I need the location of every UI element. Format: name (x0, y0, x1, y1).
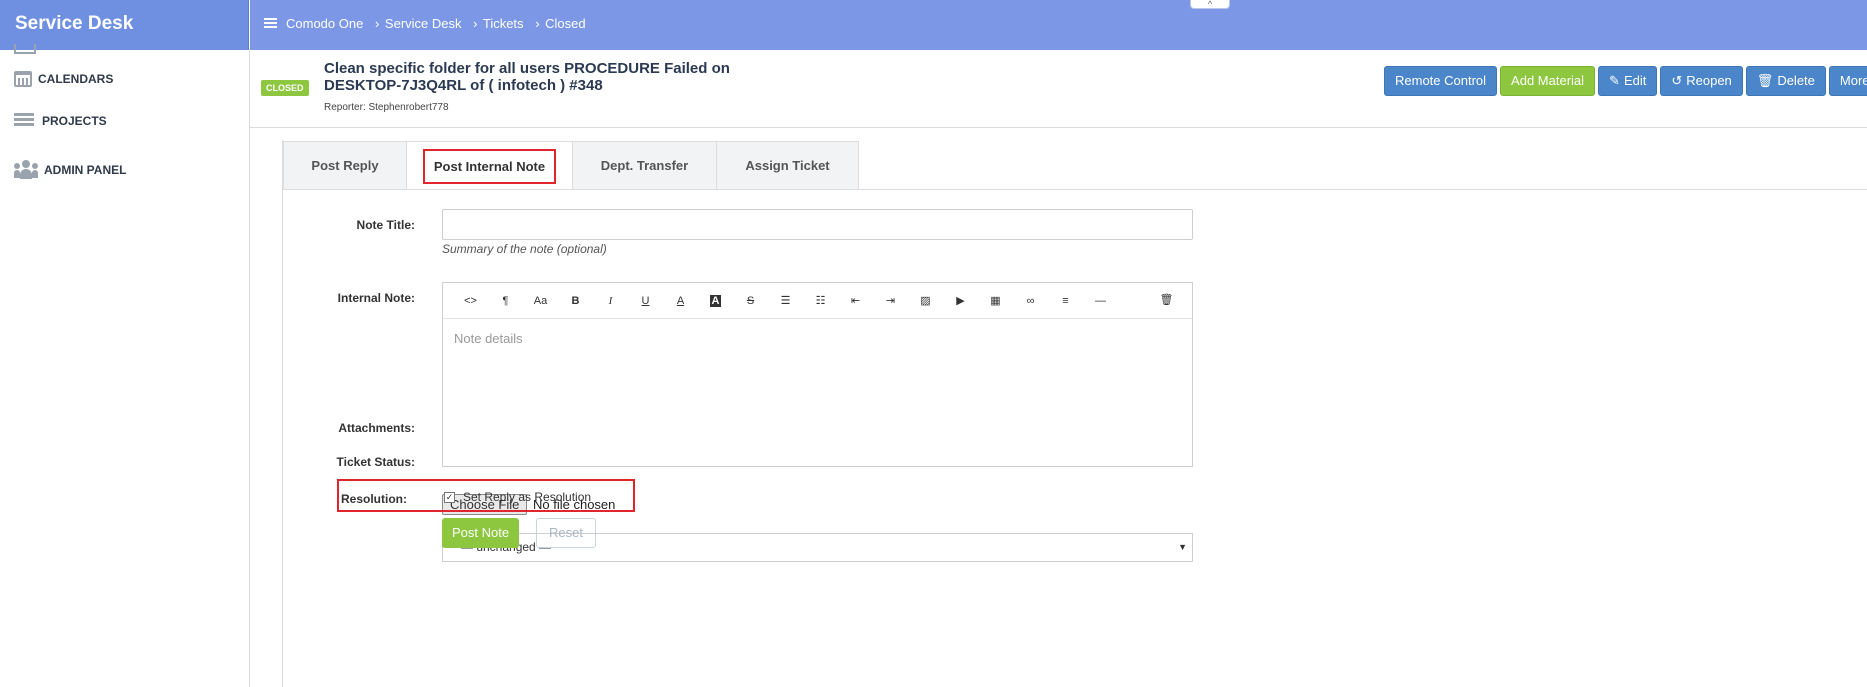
add-material-button[interactable]: Add Material (1500, 66, 1596, 96)
sidebar-item-projects[interactable]: PROJECTS (14, 111, 107, 131)
hamburger-menu-icon[interactable] (264, 18, 277, 28)
ticket-tabs: Post Reply Post Internal Note Dept. Tran… (283, 141, 859, 190)
paragraph-icon[interactable]: ¶ (488, 292, 523, 310)
tab-label: Post Internal Note (422, 148, 557, 184)
note-title-input[interactable] (442, 209, 1193, 240)
remote-control-button[interactable]: Remote Control (1384, 66, 1498, 96)
bold-icon[interactable]: B (558, 292, 593, 310)
ticket-header: CLOSED Clean specific folder for all use… (250, 50, 1867, 128)
ticket-status-label: Ticket Status: (336, 455, 415, 469)
sidebar-item-calendars[interactable]: CALENDARS (14, 71, 113, 87)
breadcrumb: Comodo One › Service Desk › Tickets › Cl… (286, 16, 590, 31)
background-color-icon[interactable]: A (698, 292, 733, 310)
rich-text-editor: <> ¶ Aa B I U A A S ☰ ☷ ⇤ ⇥ ▨ ▶ ▦ ∞ ≡ — … (442, 282, 1193, 467)
ticket-content: Post Reply Post Internal Note Dept. Tran… (282, 140, 1867, 687)
editor-toolbar: <> ¶ Aa B I U A A S ☰ ☷ ⇤ ⇥ ▨ ▶ ▦ ∞ ≡ — … (443, 283, 1192, 319)
breadcrumb-item[interactable]: Service Desk (385, 16, 462, 31)
partial-menu-icon (14, 44, 36, 54)
breadcrumb-item: Closed (545, 16, 586, 31)
add-material-label: Add Material (1511, 73, 1585, 88)
breadcrumb-item[interactable]: Comodo One (286, 16, 363, 31)
projects-icon (14, 111, 36, 131)
note-title-help: Summary of the note (optional) (442, 242, 607, 256)
more-button[interactable]: More ▾ (1828, 66, 1867, 96)
more-label: More (1839, 73, 1867, 88)
sidebar: CALENDARS PROJECTS ADMIN PANEL (0, 44, 250, 687)
align-icon[interactable]: ≡ (1048, 292, 1083, 310)
app-title[interactable]: Service Desk (0, 0, 249, 50)
edit-label: Edit (1623, 73, 1647, 88)
tab-label: Dept. Transfer (600, 158, 689, 173)
undo-icon: ↺ (1671, 73, 1683, 88)
reset-button[interactable]: Reset (536, 518, 596, 548)
resolution-checkbox-label[interactable]: Set Reply as Resolution (463, 490, 591, 504)
caret-down-icon: ▼ (1178, 542, 1187, 552)
resolution-checkbox[interactable]: ✓ (444, 492, 455, 503)
font-color-icon[interactable]: A (663, 292, 698, 310)
chevron-right-icon: › (473, 16, 478, 31)
tab-label: Assign Ticket (745, 158, 830, 173)
sidebar-item-label: ADMIN PANEL (44, 163, 127, 177)
chevron-right-icon: › (535, 16, 540, 31)
internal-note-label: Internal Note: (337, 291, 415, 305)
table-icon[interactable]: ▦ (978, 292, 1013, 310)
tab-post-internal-note[interactable]: Post Internal Note (406, 141, 573, 190)
bullet-list-icon[interactable]: ☰ (768, 292, 803, 310)
chevron-up-icon: ^ (1207, 0, 1213, 9)
delete-label: Delete (1777, 73, 1815, 88)
video-icon[interactable]: ▶ (943, 292, 978, 310)
chevron-right-icon: › (374, 16, 380, 31)
tab-dept-transfer[interactable]: Dept. Transfer (572, 141, 717, 189)
collapse-header-toggle[interactable]: ^ (1190, 0, 1230, 9)
attachments-label: Attachments: (338, 421, 415, 435)
edit-icon: ✎ (1609, 73, 1620, 88)
indent-icon[interactable]: ⇥ (873, 292, 908, 310)
sidebar-item-label: PROJECTS (42, 114, 107, 128)
font-size-icon[interactable]: Aa (523, 292, 558, 310)
tab-label: Post Reply (311, 158, 379, 173)
calendar-icon (14, 71, 32, 87)
outdent-icon[interactable]: ⇤ (838, 292, 873, 310)
tab-assign-ticket[interactable]: Assign Ticket (716, 141, 859, 189)
post-note-button[interactable]: Post Note (442, 518, 520, 548)
trash-icon[interactable]: 🗑 (1149, 291, 1184, 309)
editor-placeholder[interactable]: Note details (454, 331, 523, 346)
remote-control-label: Remote Control (1395, 73, 1487, 88)
users-icon (14, 160, 38, 180)
tab-post-reply[interactable]: Post Reply (283, 141, 407, 189)
tabs-divider (283, 189, 1867, 190)
ticket-reporter: Reporter: Stephenrobert778 (324, 102, 449, 113)
horizontal-rule-icon[interactable]: — (1083, 292, 1118, 310)
sidebar-item-admin-panel[interactable]: ADMIN PANEL (14, 160, 126, 180)
note-title-label: Note Title: (356, 218, 415, 232)
italic-icon[interactable]: I (593, 292, 628, 310)
numbered-list-icon[interactable]: ☷ (803, 292, 838, 310)
underline-icon[interactable]: U (628, 292, 663, 310)
link-icon[interactable]: ∞ (1013, 292, 1048, 310)
reopen-button[interactable]: ↺ Reopen (1660, 66, 1743, 96)
strikethrough-icon[interactable]: S (733, 292, 768, 310)
breadcrumb-item[interactable]: Tickets (483, 16, 524, 31)
top-bar: Comodo One › Service Desk › Tickets › Cl… (250, 0, 1867, 50)
delete-button[interactable]: 🗑 Delete (1745, 66, 1826, 96)
edit-button[interactable]: ✎ Edit (1598, 66, 1658, 96)
ticket-title: Clean specific folder for all users PROC… (324, 60, 730, 94)
sidebar-item-label: CALENDARS (38, 72, 114, 86)
trash-icon: 🗑 (1756, 73, 1774, 88)
resolution-label: Resolution: (341, 492, 407, 506)
code-view-icon[interactable]: <> (453, 292, 488, 310)
status-badge: CLOSED (261, 80, 309, 96)
reopen-label: Reopen (1686, 73, 1732, 88)
ticket-actions: Remote Control Add Material ✎ Edit ↺ Reo… (1384, 66, 1867, 96)
image-icon[interactable]: ▨ (908, 292, 943, 310)
